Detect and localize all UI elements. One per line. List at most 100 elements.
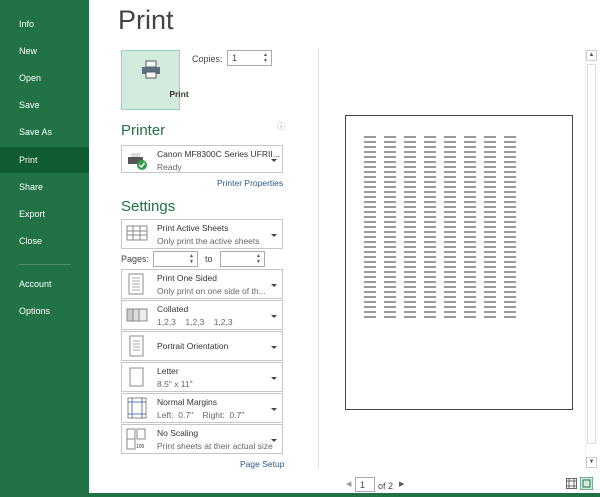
collate-dropdown[interactable]: Collated 1,2,3 1,2,3 1,2,3 (121, 300, 283, 330)
print-button[interactable]: Print (121, 50, 189, 110)
preview-cell (384, 271, 396, 273)
preview-cell (444, 146, 456, 148)
preview-cell (424, 311, 436, 313)
pages-to-input[interactable]: ▲ ▼ (220, 251, 265, 267)
preview-cell (384, 146, 396, 148)
preview-cell (504, 236, 516, 238)
preview-cell (484, 231, 496, 233)
preview-cell (464, 261, 476, 263)
preview-cell (484, 166, 496, 168)
preview-cell (504, 136, 516, 138)
scaling-dropdown[interactable]: 100 No Scaling Print sheets at their act… (121, 424, 283, 454)
pages-from-input[interactable]: ▲ ▼ (153, 251, 198, 267)
page-setup-link[interactable]: Page Setup (240, 459, 284, 469)
nav-account[interactable]: Account (0, 271, 89, 297)
preview-cell (464, 291, 476, 293)
preview-cell (444, 316, 456, 318)
page-number-input[interactable]: 1 (355, 477, 375, 492)
preview-cell (444, 141, 456, 143)
chevron-down-icon (271, 439, 277, 442)
zoom-to-page-icon[interactable] (580, 477, 593, 490)
preview-cell (484, 161, 496, 163)
svg-text:100: 100 (136, 444, 145, 450)
preview-cell (484, 261, 496, 263)
preview-cell (484, 236, 496, 238)
nav-info[interactable]: Info (0, 11, 89, 37)
scrollbar-thumb[interactable] (587, 64, 596, 444)
preview-cell (364, 221, 376, 223)
spinner-arrows-icon[interactable]: ▲ ▼ (256, 253, 261, 265)
spinner-arrows-icon[interactable]: ▲ ▼ (189, 253, 194, 265)
next-page-icon[interactable]: ▶ (399, 480, 404, 488)
preview-cell (384, 316, 396, 318)
copies-label: Copies: (192, 54, 223, 64)
preview-cell (384, 301, 396, 303)
preview-cell (424, 221, 436, 223)
preview-cell (424, 161, 436, 163)
preview-cell (464, 166, 476, 168)
page-title: Print (118, 5, 174, 35)
preview-cell (464, 316, 476, 318)
preview-cell (384, 181, 396, 183)
preview-cell (364, 206, 376, 208)
preview-cell (444, 231, 456, 233)
scroll-down-icon[interactable]: ▼ (586, 457, 597, 468)
nav-print[interactable]: Print (0, 147, 89, 173)
show-margins-icon[interactable] (566, 478, 577, 489)
nav-export[interactable]: Export (0, 201, 89, 227)
preview-cell (464, 176, 476, 178)
preview-cell (444, 246, 456, 248)
pages-to-label: to (205, 254, 213, 264)
copies-input[interactable]: 1 ▲ ▼ (227, 50, 272, 66)
preview-cell (464, 246, 476, 248)
nav-new[interactable]: New (0, 38, 89, 64)
chevron-down-icon (271, 377, 277, 380)
preview-cell (464, 281, 476, 283)
nav-close[interactable]: Close (0, 228, 89, 254)
margins-dropdown[interactable]: Normal Margins Left: 0.7" Right: 0.7" (121, 393, 283, 423)
status-strip (89, 493, 600, 497)
preview-cell (384, 256, 396, 258)
nav-save[interactable]: Save (0, 92, 89, 118)
preview-cell (464, 286, 476, 288)
nav-save-as[interactable]: Save As (0, 119, 89, 145)
preview-cell (504, 196, 516, 198)
preview-cell (504, 186, 516, 188)
orientation-dropdown[interactable]: Portrait Orientation (121, 331, 283, 361)
info-icon[interactable]: ⓘ (277, 121, 285, 132)
spinner-arrows-icon[interactable]: ▲ ▼ (263, 52, 268, 64)
preview-cell (444, 291, 456, 293)
preview-cell (364, 146, 376, 148)
settings-heading: Settings (121, 198, 176, 215)
preview-cell (404, 261, 416, 263)
paper-size-dropdown[interactable]: Letter 8.5" x 11" (121, 362, 283, 392)
preview-cell (424, 196, 436, 198)
preview-cell (364, 271, 376, 273)
nav-share[interactable]: Share (0, 174, 89, 200)
preview-cell (484, 146, 496, 148)
preview-cell (484, 276, 496, 278)
preview-cell (504, 206, 516, 208)
preview-cell (364, 136, 376, 138)
preview-cell (484, 256, 496, 258)
preview-cell (404, 311, 416, 313)
preview-cell (364, 151, 376, 153)
prev-page-icon[interactable]: ◀ (346, 480, 351, 488)
printer-dropdown[interactable]: Canon MF8300C Series UFRII... Ready (121, 145, 283, 173)
preview-cell (404, 286, 416, 288)
preview-cell (444, 166, 456, 168)
scroll-up-icon[interactable]: ▲ (586, 50, 597, 61)
preview-cell (484, 206, 496, 208)
nav-open[interactable]: Open (0, 65, 89, 91)
print-what-dropdown[interactable]: Print Active Sheets Only print the activ… (121, 219, 283, 249)
nav-options[interactable]: Options (0, 298, 89, 324)
preview-cell (364, 276, 376, 278)
sides-dropdown[interactable]: Print One Sided Only print on one side o… (121, 269, 283, 299)
preview-cell (384, 286, 396, 288)
preview-cell (484, 306, 496, 308)
preview-cell (424, 246, 436, 248)
preview-cell (484, 151, 496, 153)
paper-sub: 8.5" x 11" (157, 379, 193, 389)
printer-properties-link[interactable]: Printer Properties (217, 178, 283, 188)
preview-cell (404, 306, 416, 308)
